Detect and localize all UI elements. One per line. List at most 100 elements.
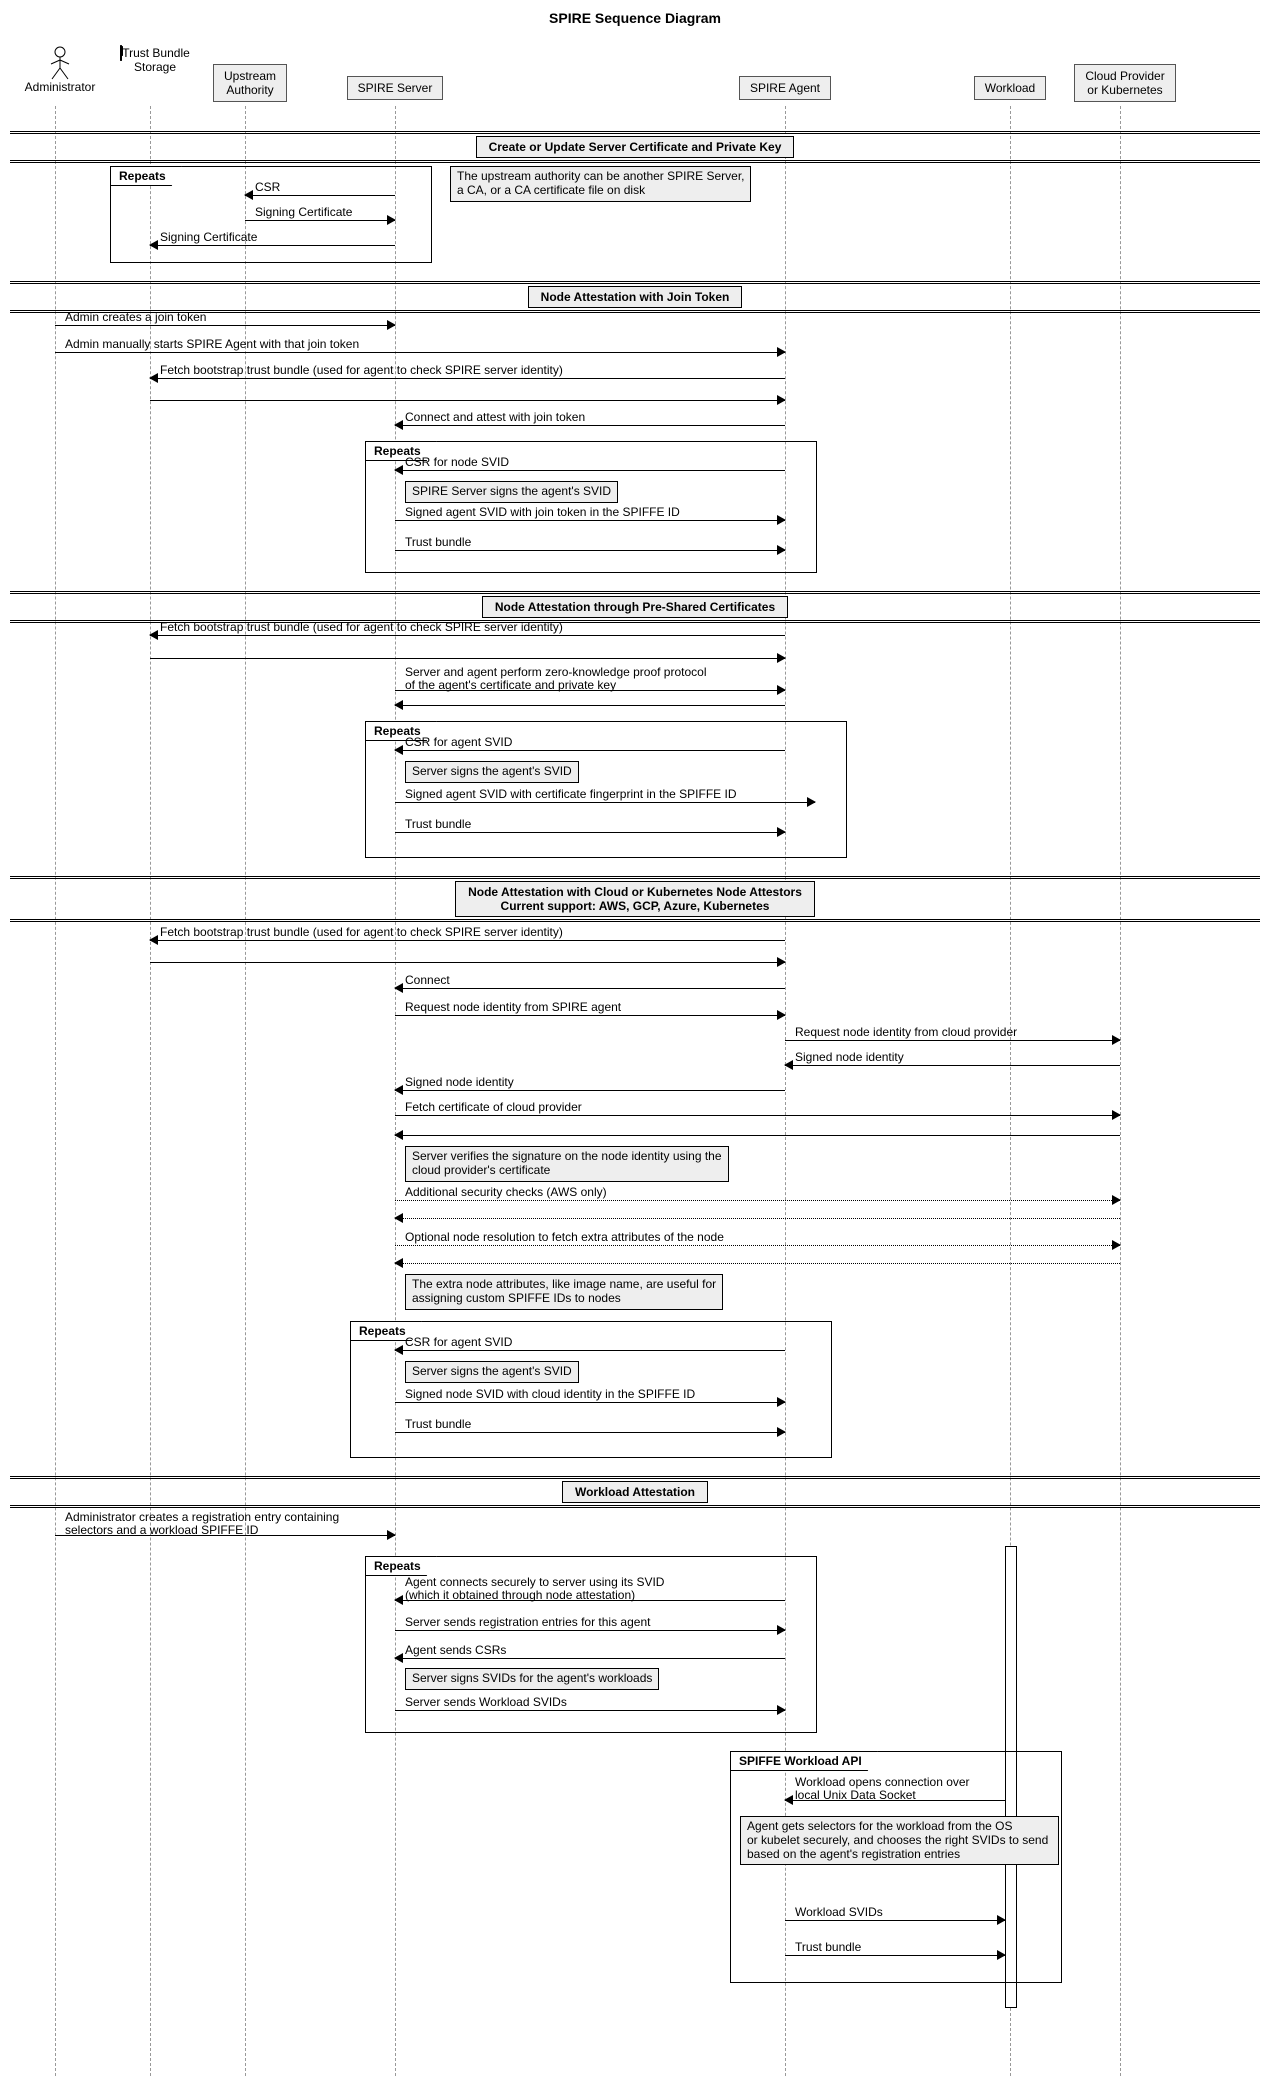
- message: Request node identity from SPIRE agent: [395, 1001, 785, 1017]
- message-text: CSR for node SVID: [405, 456, 509, 469]
- message: Signed agent SVID with certificate finge…: [395, 788, 815, 804]
- participant-label: Cloud Provider or Kubernetes: [1074, 64, 1175, 102]
- participant-server: SPIRE Server: [345, 76, 445, 100]
- message-text: Server sends registration entries for th…: [405, 1616, 650, 1629]
- note: SPIRE Server signs the agent's SVID: [405, 481, 618, 503]
- sequence-diagram: Administrator Trust Bundle Storage Upstr…: [10, 46, 1260, 2016]
- message-text: Trust bundle: [405, 1418, 471, 1431]
- section-divider: Node Attestation with Join Token: [10, 281, 1260, 313]
- message: CSR for node SVID: [395, 456, 785, 472]
- section-title: Node Attestation with Cloud or Kubernete…: [455, 881, 815, 917]
- message: Admin manually starts SPIRE Agent with t…: [55, 338, 785, 354]
- message-text: Server sends Workload SVIDs: [405, 1696, 567, 1709]
- participant-label: Upstream Authority: [213, 64, 287, 102]
- message-text: Administrator creates a registration ent…: [65, 1511, 339, 1537]
- message-text: Signing Certificate: [160, 231, 257, 244]
- message-text: Fetch certificate of cloud provider: [405, 1101, 582, 1114]
- message: Agent connects securely to server using …: [395, 1586, 785, 1602]
- message-text: CSR for agent SVID: [405, 736, 512, 749]
- message-text: Signed node identity: [405, 1076, 514, 1089]
- participant-upstream: Upstream Authority: [210, 64, 290, 102]
- message-text: Additional security checks (AWS only): [405, 1186, 607, 1199]
- participant-admin: Administrator: [20, 46, 100, 94]
- participant-workload: Workload: [970, 76, 1050, 100]
- section-divider: Node Attestation through Pre-Shared Cert…: [10, 591, 1260, 623]
- message: Signed node identity: [395, 1076, 785, 1092]
- message: Trust bundle: [395, 536, 785, 552]
- section-divider: Workload Attestation: [10, 1476, 1260, 1508]
- message-text: CSR for agent SVID: [405, 1336, 512, 1349]
- lifeline-cloud: [1120, 106, 1121, 2076]
- message: Signed agent SVID with join token in the…: [395, 506, 785, 522]
- message: Workload SVIDs: [785, 1906, 1005, 1922]
- message-text: Agent connects securely to server using …: [405, 1576, 664, 1602]
- person-icon: [20, 46, 100, 80]
- note: Server signs the agent's SVID: [405, 761, 579, 783]
- message: Fetch certificate of cloud provider: [395, 1101, 1120, 1117]
- message-text: CSR: [255, 181, 280, 194]
- message: Server sends registration entries for th…: [395, 1616, 785, 1632]
- diagram-title: SPIRE Sequence Diagram: [10, 10, 1260, 26]
- participant-agent: SPIRE Agent: [735, 76, 835, 100]
- message-text: Server and agent perform zero-knowledge …: [405, 666, 707, 692]
- message: Signing Certificate: [245, 206, 395, 222]
- message: Signing Certificate: [150, 231, 395, 247]
- message: Admin creates a join token: [55, 311, 395, 327]
- message: CSR for agent SVID: [395, 1336, 785, 1352]
- message: Administrator creates a registration ent…: [55, 1521, 395, 1537]
- participant-label: Administrator: [25, 80, 96, 94]
- loop-label: Repeats: [110, 166, 182, 186]
- message: Agent sends CSRs: [395, 1644, 785, 1660]
- message-text: Trust bundle: [405, 536, 471, 549]
- message: Connect: [395, 974, 785, 990]
- message: Signed node identity: [785, 1051, 1120, 1067]
- section-title: Node Attestation through Pre-Shared Cert…: [482, 596, 788, 618]
- message: [150, 386, 785, 402]
- message: [395, 1121, 1120, 1137]
- lifeline-admin: [55, 106, 56, 2076]
- note-upstream: The upstream authority can be another SP…: [450, 166, 751, 202]
- message: Signed node SVID with cloud identity in …: [395, 1388, 785, 1404]
- message: CSR for agent SVID: [395, 736, 785, 752]
- message-text: Signed node SVID with cloud identity in …: [405, 1388, 695, 1401]
- message: Request node identity from cloud provide…: [785, 1026, 1120, 1042]
- message-text: Fetch bootstrap trust bundle (used for a…: [160, 364, 563, 377]
- message: [150, 948, 785, 964]
- message: [395, 1249, 1120, 1265]
- message: [150, 644, 785, 660]
- message-text: Agent sends CSRs: [405, 1644, 506, 1657]
- participant-label: Trust Bundle Storage: [122, 46, 190, 74]
- message-text: Trust bundle: [795, 1941, 861, 1954]
- note: Server signs SVIDs for the agent's workl…: [405, 1668, 659, 1690]
- message: Workload opens connection over local Uni…: [785, 1786, 1005, 1802]
- message: [395, 1204, 1120, 1220]
- message: Additional security checks (AWS only): [395, 1186, 1120, 1202]
- message-text: Workload SVIDs: [795, 1906, 883, 1919]
- note: Agent gets selectors for the workload fr…: [740, 1816, 1059, 1865]
- message-text: Optional node resolution to fetch extra …: [405, 1231, 724, 1244]
- participant-label: SPIRE Agent: [739, 76, 831, 100]
- message-text: Signed agent SVID with join token in the…: [405, 506, 680, 519]
- section-divider: Create or Update Server Certificate and …: [10, 131, 1260, 163]
- group-label: SPIFFE Workload API: [730, 1751, 878, 1771]
- note: The extra node attributes, like image na…: [405, 1274, 723, 1310]
- message: Trust bundle: [395, 818, 785, 834]
- section-title: Workload Attestation: [562, 1481, 708, 1503]
- message-text: Request node identity from cloud provide…: [795, 1026, 1017, 1039]
- message-text: Fetch bootstrap trust bundle (used for a…: [160, 926, 563, 939]
- participant-storage: Trust Bundle Storage: [110, 46, 200, 74]
- note: Server verifies the signature on the nod…: [405, 1146, 729, 1182]
- message-text: Trust bundle: [405, 818, 471, 831]
- section-title: Node Attestation with Join Token: [528, 286, 743, 308]
- message: Server and agent perform zero-knowledge …: [395, 676, 785, 692]
- participant-cloud: Cloud Provider or Kubernetes: [1060, 64, 1190, 102]
- message: Optional node resolution to fetch extra …: [395, 1231, 1120, 1247]
- message-text: Workload opens connection over local Uni…: [795, 1776, 970, 1802]
- section-divider: Node Attestation with Cloud or Kubernete…: [10, 876, 1260, 922]
- message-text: Fetch bootstrap trust bundle (used for a…: [160, 621, 563, 634]
- message: CSR: [245, 181, 395, 197]
- message: Fetch bootstrap trust bundle (used for a…: [150, 364, 785, 380]
- loop-label: Repeats: [365, 1556, 437, 1576]
- participant-label: SPIRE Server: [347, 76, 444, 100]
- message: Trust bundle: [785, 1941, 1005, 1957]
